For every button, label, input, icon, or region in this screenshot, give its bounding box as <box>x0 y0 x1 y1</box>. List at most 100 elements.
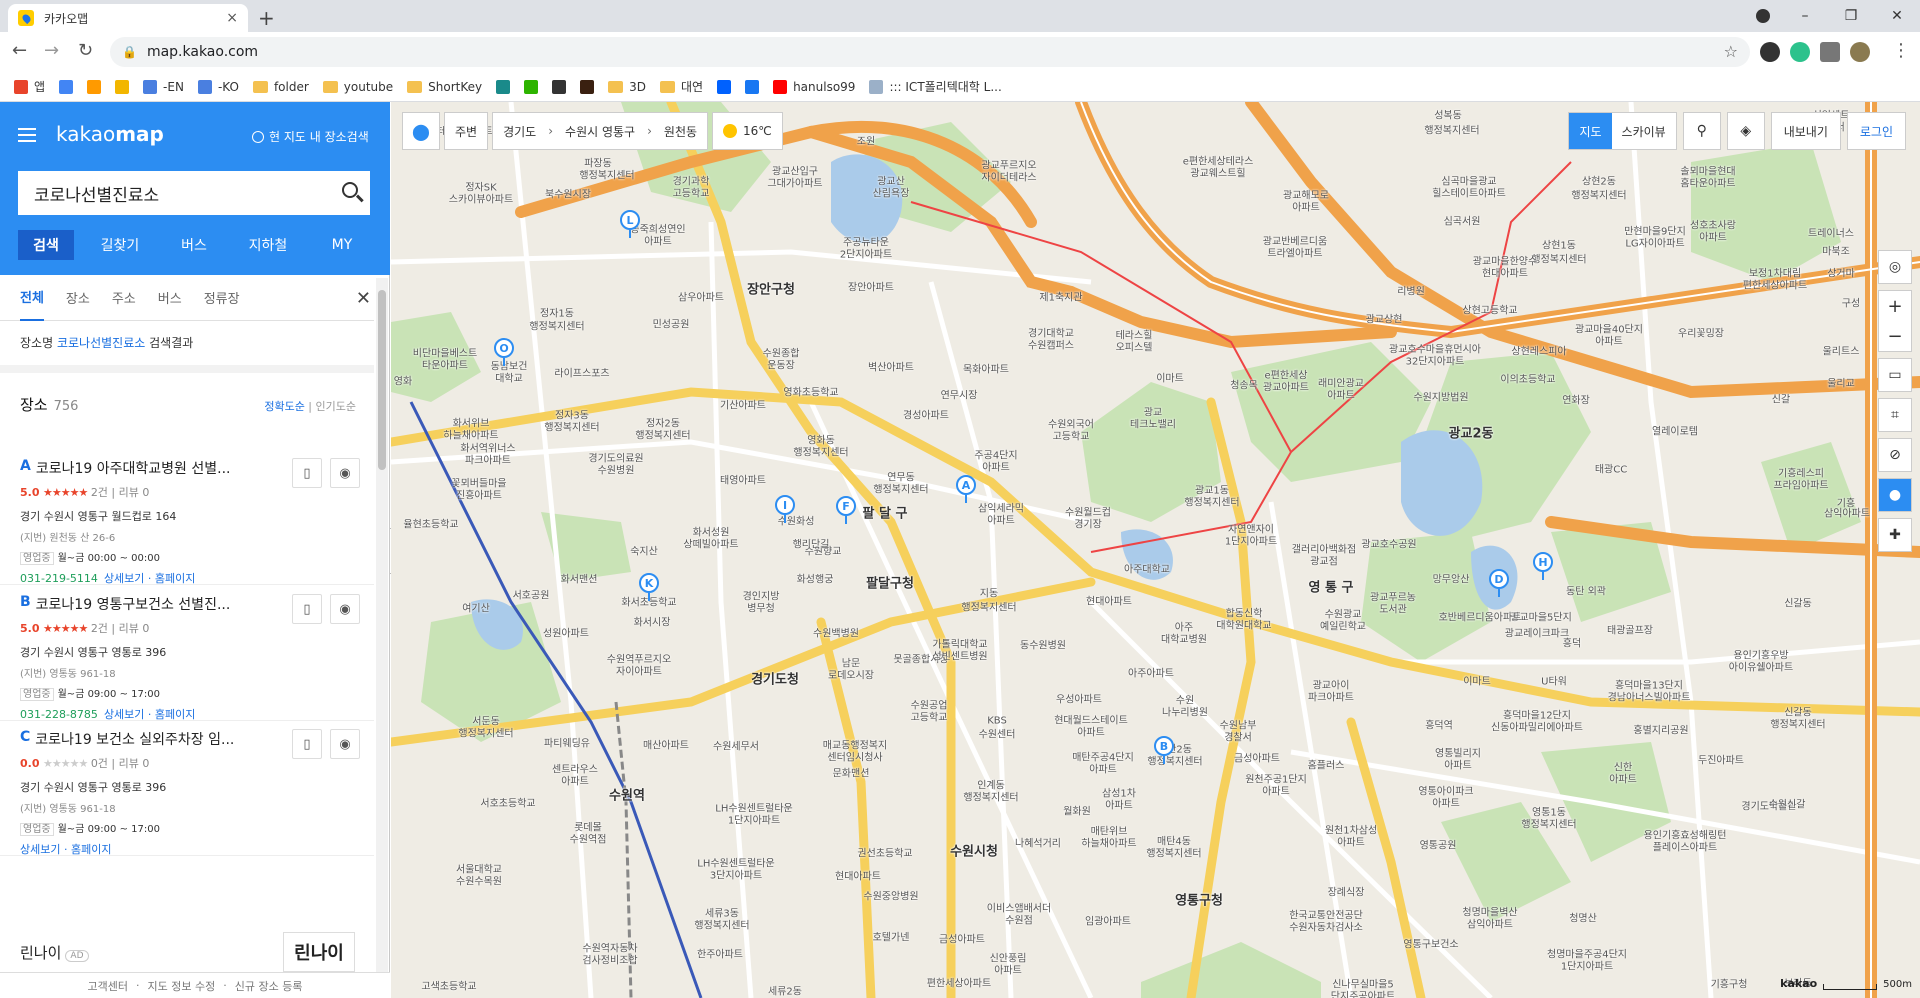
map-place-label[interactable]: 상현2동 <box>1582 173 1616 188</box>
bookmark-icon[interactable]: ▯ <box>292 458 322 488</box>
map-place-label[interactable]: 울리트스 <box>1823 343 1860 358</box>
map-place-label[interactable]: 검사정비조합 <box>582 952 637 967</box>
bookmark-item[interactable]: -EN <box>143 79 184 94</box>
url-text[interactable]: map.kakao.com <box>147 44 258 60</box>
filter-tab[interactable]: 주소 <box>112 275 136 321</box>
map-place-label[interactable]: 1단지아파트 <box>728 812 780 827</box>
map-place-label[interactable]: 임광아파트 <box>1085 913 1131 928</box>
map-place-label[interactable]: 심곡서원 <box>1444 213 1481 228</box>
map-place-label[interactable]: 연화장 <box>1562 392 1590 407</box>
my-location-icon[interactable]: ◎ <box>1878 250 1912 284</box>
map-place-label[interactable]: 고등학교 <box>1053 428 1090 443</box>
bookmark-icon[interactable]: ▯ <box>292 729 322 759</box>
map-place-label[interactable]: 수원신갈 <box>1769 796 1806 811</box>
map-place-label[interactable]: 수원시청 <box>950 841 998 860</box>
map-place-label[interactable]: 영화초등학교 <box>783 384 838 399</box>
map-place-label[interactable]: 영 통 구 <box>1309 577 1354 596</box>
map-place-label[interactable]: 열레이로템 <box>1652 423 1698 438</box>
map-place-label[interactable]: 아파트 <box>644 233 672 248</box>
ruler-icon[interactable]: ▭ <box>1878 358 1912 392</box>
map-marker-pin[interactable]: H <box>1533 552 1553 580</box>
map-place-label[interactable]: 문화맨션 <box>833 765 870 780</box>
map-place-label[interactable]: 경성아파트 <box>903 407 949 422</box>
map-place-label[interactable]: 마북조 <box>1822 243 1850 258</box>
kakaomap-logo[interactable]: kakaomap <box>56 122 164 146</box>
map-place-label[interactable]: 아파트 <box>1105 797 1133 812</box>
map-place-label[interactable]: 스카이뷰아파트 <box>449 191 513 206</box>
map-place-label[interactable]: 아파트 <box>1595 333 1623 348</box>
map-place-label[interactable]: 대학교병원 <box>1161 631 1207 646</box>
place-name[interactable]: 코로나19 보건소 실외주차장 임... <box>35 729 234 749</box>
skyview-button[interactable]: 스카이뷰 <box>1612 113 1676 149</box>
map-place-label[interactable]: 행정복지센터 <box>793 444 848 459</box>
map-place-label[interactable]: 장례식장 <box>1328 884 1365 899</box>
map-place-label[interactable]: 금성아파트 <box>939 931 985 946</box>
map-place-label[interactable]: 리병원 <box>1397 283 1425 298</box>
map-place-label[interactable]: 장안아파트 <box>848 279 894 294</box>
map-place-label[interactable]: 권선초등학교 <box>857 845 912 860</box>
map-place-label[interactable]: 아파트 <box>987 512 1015 527</box>
filter-tab[interactable]: 장소 <box>66 275 90 321</box>
add-place-icon[interactable]: ✚ <box>1878 518 1912 552</box>
map-place-label[interactable]: 이의초등학교 <box>1500 371 1555 386</box>
bookmark-item[interactable]: 앱 <box>14 78 45 95</box>
map-place-label[interactable]: 지동 <box>980 585 998 600</box>
back-icon[interactable]: ← <box>12 40 27 61</box>
map-place-label[interactable]: 울리교 <box>1827 375 1855 390</box>
map-place-label[interactable]: 수원지방법원 <box>1413 389 1468 404</box>
map-place-label[interactable]: 아파트 <box>1699 229 1727 244</box>
map-place-label[interactable]: 삼우아파트 <box>678 289 724 304</box>
tab-search-icon[interactable] <box>1756 9 1770 23</box>
roadview-pin-icon[interactable]: ⚲ <box>1682 112 1721 150</box>
review-count[interactable]: 리뷰 0 <box>119 486 150 499</box>
map-place-label[interactable]: 파크아파트 <box>465 452 511 467</box>
map-place-label[interactable]: 이마트 <box>1463 673 1491 688</box>
map-place-label[interactable]: 청명산 <box>1569 910 1597 925</box>
map-place-label[interactable]: 아파트 <box>1337 834 1365 849</box>
map-place-label[interactable]: 청송목 <box>1230 377 1258 392</box>
map-place-label[interactable]: 제1축지관 <box>1039 289 1082 304</box>
map-place-label[interactable]: 대학교 <box>495 370 523 385</box>
map-place-label[interactable]: 진흥아파트 <box>456 487 502 502</box>
map-place-label[interactable]: 숙지산 <box>630 543 658 558</box>
bookmark-item[interactable]: -KO <box>197 79 239 94</box>
map-place-label[interactable]: 행정복지센터 <box>1571 187 1626 202</box>
map-place-label[interactable]: 힐스테이트아파트 <box>1432 185 1506 200</box>
map-place-label[interactable]: 수원점 <box>1005 912 1033 927</box>
map-place-label[interactable]: 세류2동 <box>768 983 802 998</box>
map-place-label[interactable]: 서호공원 <box>513 587 550 602</box>
map-place-label[interactable]: 상거마 <box>1827 265 1855 280</box>
bookmark-item[interactable] <box>552 79 567 94</box>
map-place-label[interactable]: U타워 <box>1541 673 1567 688</box>
footer-link[interactable]: 지도 정보 수정 <box>148 978 216 994</box>
route-icon[interactable]: ◉ <box>330 594 360 624</box>
map-place-label[interactable]: 화서시장 <box>634 614 671 629</box>
radius-icon[interactable]: ⊘ <box>1878 438 1912 472</box>
map-place-label[interactable]: 홈플러스 <box>1308 757 1345 772</box>
map-place-label[interactable]: 태영아파트 <box>720 472 766 487</box>
map-place-label[interactable]: 행리단길 <box>793 536 830 551</box>
map-place-label[interactable]: 아파트 <box>994 962 1022 977</box>
map-place-label[interactable]: LG자이아파트 <box>1625 235 1684 250</box>
forward-icon[interactable]: → <box>44 40 59 61</box>
map-place-label[interactable]: 성복동 <box>1434 107 1462 122</box>
map-place-label[interactable]: 대학원대학교 <box>1216 617 1271 632</box>
place-name[interactable]: 코로나19 영통구보건소 선별진... <box>36 594 231 614</box>
map-place-label[interactable]: 조원 <box>857 133 875 148</box>
map-place-label[interactable]: 편한세상아파트 <box>927 975 991 990</box>
map-place-label[interactable]: 아파트 <box>561 773 589 788</box>
puzzle-icon[interactable] <box>1820 42 1840 62</box>
map-place-label[interactable]: 테크노밸리 <box>1130 416 1176 431</box>
map-place-label[interactable]: 수원역점 <box>570 831 607 846</box>
map-place-label[interactable]: 장안구청 <box>747 279 795 298</box>
map-place-label[interactable]: 파티웨딩유 <box>544 735 590 750</box>
map-place-label[interactable]: 영통공원 <box>1420 837 1457 852</box>
map-place-label[interactable]: 기산아파트 <box>720 397 766 412</box>
map-marker-pin[interactable]: I <box>775 495 795 523</box>
bookmark-item[interactable] <box>59 79 74 94</box>
map-place-label[interactable]: 프라임아파트 <box>1773 477 1828 492</box>
map-place-label[interactable]: 경찰서 <box>1224 729 1252 744</box>
bookmark-item[interactable]: hanulso99 <box>773 79 855 94</box>
area-measure-icon[interactable]: ⌗ <box>1878 398 1912 432</box>
close-window-button[interactable]: ✕ <box>1874 0 1920 32</box>
